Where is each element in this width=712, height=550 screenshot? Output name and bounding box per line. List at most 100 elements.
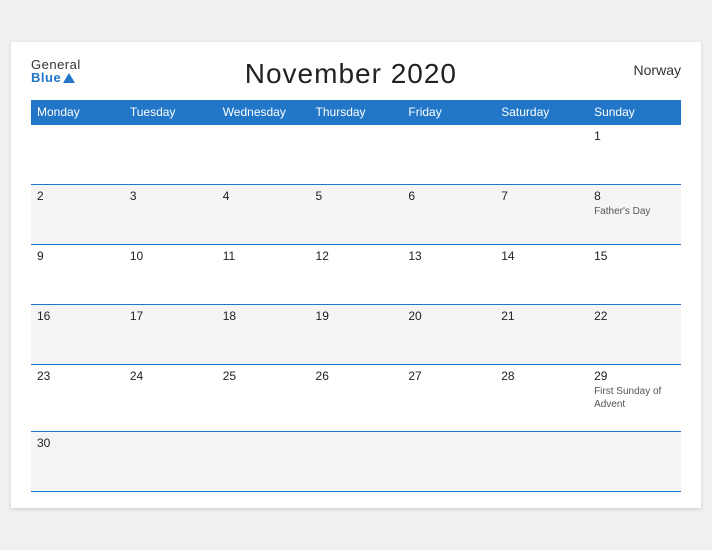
week-row: 30 [31,432,681,492]
day-number: 20 [408,309,489,323]
day-number: 14 [501,249,582,263]
calendar-cell: 12 [310,245,403,305]
calendar-cell: 6 [402,185,495,245]
calendar-cell: 15 [588,245,681,305]
calendar-cell [402,432,495,492]
day-number: 11 [223,249,304,263]
calendar-cell: 27 [402,365,495,432]
day-number: 1 [594,129,675,143]
calendar-cell: 25 [217,365,310,432]
day-number: 22 [594,309,675,323]
day-number: 8 [594,189,675,203]
calendar-cell [124,125,217,185]
calendar-cell: 24 [124,365,217,432]
calendar-cell [217,432,310,492]
calendar-cell: 13 [402,245,495,305]
calendar-title: November 2020 [81,58,621,90]
calendar-cell: 20 [402,305,495,365]
day-number: 5 [316,189,397,203]
logo: General Blue [31,58,81,84]
day-number: 17 [130,309,211,323]
calendar-cell: 14 [495,245,588,305]
weekday-header: Thursday [310,100,403,125]
weekday-header: Tuesday [124,100,217,125]
calendar-cell: 2 [31,185,124,245]
week-row: 23 24 25 26 27 28 29 First Sunday of Advent [31,365,681,432]
day-number: 25 [223,369,304,383]
weekday-row: MondayTuesdayWednesdayThursdayFridaySatu… [31,100,681,125]
calendar-cell: 9 [31,245,124,305]
day-number: 7 [501,189,582,203]
day-number: 15 [594,249,675,263]
calendar-cell: 29 First Sunday of Advent [588,365,681,432]
calendar-cell: 30 [31,432,124,492]
calendar-cell: 23 [31,365,124,432]
day-number: 4 [223,189,304,203]
day-number: 24 [130,369,211,383]
calendar-cell: 1 [588,125,681,185]
logo-blue-text: Blue [31,71,61,84]
calendar-cell: 18 [217,305,310,365]
calendar-cell: 3 [124,185,217,245]
calendar-cell [402,125,495,185]
event-label: Father's Day [594,205,675,218]
week-row: 9 10 11 12 13 14 15 [31,245,681,305]
month-year-heading: November 2020 [81,58,621,90]
weekday-header: Saturday [495,100,588,125]
day-number: 26 [316,369,397,383]
calendar-table: MondayTuesdayWednesdayThursdayFridaySatu… [31,100,681,492]
day-number: 21 [501,309,582,323]
week-row: 2345678 Father's Day [31,185,681,245]
event-label: First Sunday of Advent [594,385,675,411]
weekday-header: Wednesday [217,100,310,125]
calendar-cell: 10 [124,245,217,305]
calendar-cell: 17 [124,305,217,365]
calendar-header-row: MondayTuesdayWednesdayThursdayFridaySatu… [31,100,681,125]
day-number: 19 [316,309,397,323]
day-number: 16 [37,309,118,323]
calendar-cell: 19 [310,305,403,365]
calendar-cell [495,432,588,492]
calendar-cell [588,432,681,492]
country-label: Norway [621,58,681,78]
calendar-cell: 8 Father's Day [588,185,681,245]
calendar-cell: 28 [495,365,588,432]
day-number: 18 [223,309,304,323]
calendar-cell: 22 [588,305,681,365]
logo-row: Blue [31,71,75,84]
calendar-header: General Blue November 2020 Norway [31,58,681,90]
day-number: 30 [37,436,118,450]
calendar-cell [217,125,310,185]
calendar-cell: 21 [495,305,588,365]
calendar-container: General Blue November 2020 Norway Monday… [11,42,701,508]
day-number: 13 [408,249,489,263]
day-number: 12 [316,249,397,263]
weekday-header: Sunday [588,100,681,125]
calendar-cell: 4 [217,185,310,245]
day-number: 9 [37,249,118,263]
day-number: 6 [408,189,489,203]
day-number: 2 [37,189,118,203]
logo-triangle-icon [63,73,75,83]
day-number: 29 [594,369,675,383]
calendar-cell: 5 [310,185,403,245]
day-number: 23 [37,369,118,383]
calendar-cell [31,125,124,185]
calendar-cell: 11 [217,245,310,305]
calendar-cell [124,432,217,492]
day-number: 10 [130,249,211,263]
day-number: 3 [130,189,211,203]
calendar-cell: 7 [495,185,588,245]
week-row: 16 17 18 19 20 21 22 [31,305,681,365]
week-row: 1 [31,125,681,185]
calendar-body: 12345678Father's Day91011121314151617181… [31,125,681,492]
calendar-cell: 26 [310,365,403,432]
weekday-header: Friday [402,100,495,125]
calendar-cell [495,125,588,185]
calendar-cell [310,125,403,185]
calendar-cell [310,432,403,492]
calendar-cell: 16 [31,305,124,365]
weekday-header: Monday [31,100,124,125]
day-number: 27 [408,369,489,383]
day-number: 28 [501,369,582,383]
